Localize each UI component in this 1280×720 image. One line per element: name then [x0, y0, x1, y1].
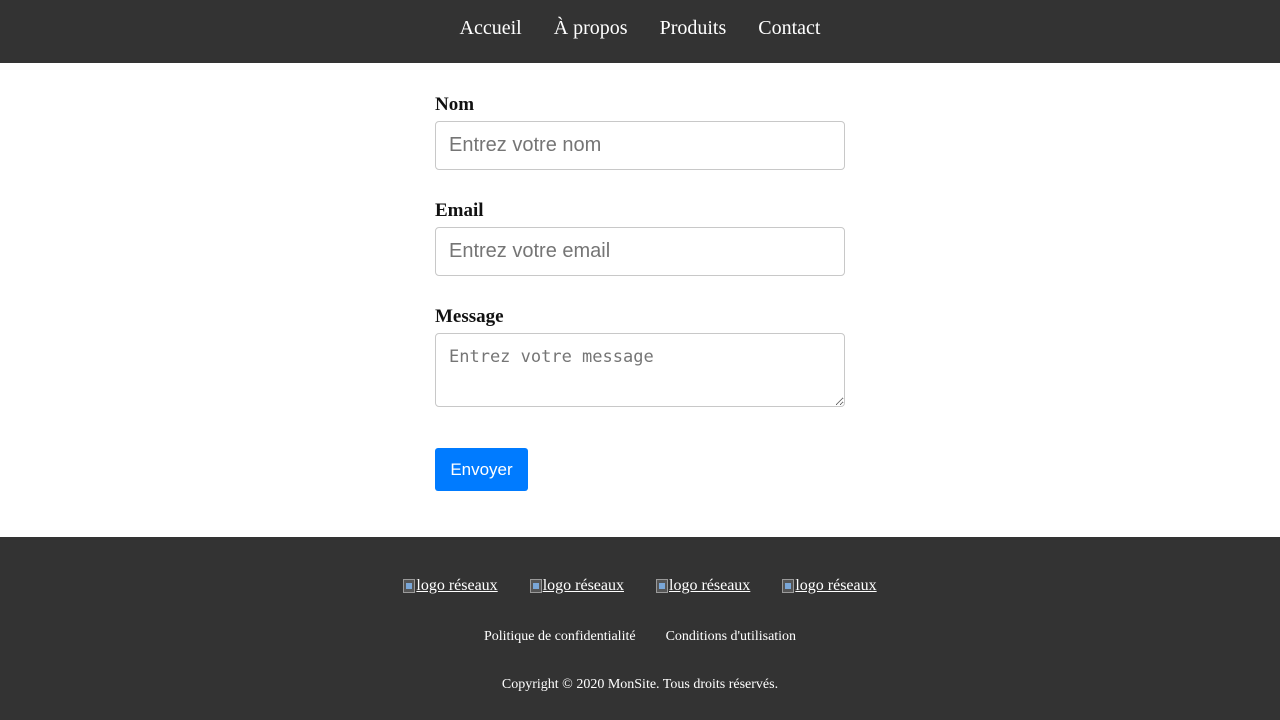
message-label: Message [435, 306, 504, 327]
email-input[interactable] [435, 227, 845, 276]
social-link-3[interactable]: logo réseaux [656, 577, 750, 595]
social-link-alt: logo réseaux [542, 577, 624, 594]
social-link-2[interactable]: logo réseaux [529, 577, 624, 595]
broken-image-icon [782, 579, 795, 593]
contact-form: Nom Email Message Envoyer [435, 95, 845, 491]
main-content: Nom Email Message Envoyer [0, 63, 1280, 537]
name-input[interactable] [435, 121, 845, 170]
legal-links: Politique de confidentialité Conditions … [0, 629, 1280, 645]
footer: logo réseaux logo réseaux logo réseaux l… [0, 537, 1280, 720]
nav-item-accueil[interactable]: Accueil [460, 17, 522, 47]
email-label: Email [435, 200, 484, 221]
nav-item-contact[interactable]: Contact [758, 17, 820, 47]
social-link-alt: logo réseaux [669, 577, 751, 594]
privacy-policy-link[interactable]: Politique de confidentialité [484, 629, 636, 645]
terms-of-use-link[interactable]: Conditions d'utilisation [666, 629, 796, 645]
email-field-group: Email [435, 201, 845, 276]
social-links: logo réseaux logo réseaux logo réseaux l… [0, 577, 1280, 595]
social-link-1[interactable]: logo réseaux [403, 577, 498, 595]
nav-item-produits[interactable]: Produits [660, 17, 727, 47]
social-link-alt: logo réseaux [795, 577, 877, 594]
broken-image-icon [403, 579, 416, 593]
nav-item-a-propos[interactable]: À propos [554, 17, 628, 47]
name-field-group: Nom [435, 95, 845, 170]
message-textarea[interactable] [435, 333, 845, 407]
message-field-group: Message [435, 307, 845, 411]
social-link-4[interactable]: logo réseaux [782, 577, 877, 595]
submit-button[interactable]: Envoyer [435, 448, 528, 491]
broken-image-icon [529, 579, 542, 593]
broken-image-icon [656, 579, 668, 593]
name-label: Nom [435, 94, 475, 115]
top-navigation: Accueil À propos Produits Contact [0, 0, 1280, 63]
social-link-alt: logo réseaux [416, 577, 498, 594]
copyright-text: Copyright © 2020 MonSite. Tous droits ré… [501, 677, 779, 692]
